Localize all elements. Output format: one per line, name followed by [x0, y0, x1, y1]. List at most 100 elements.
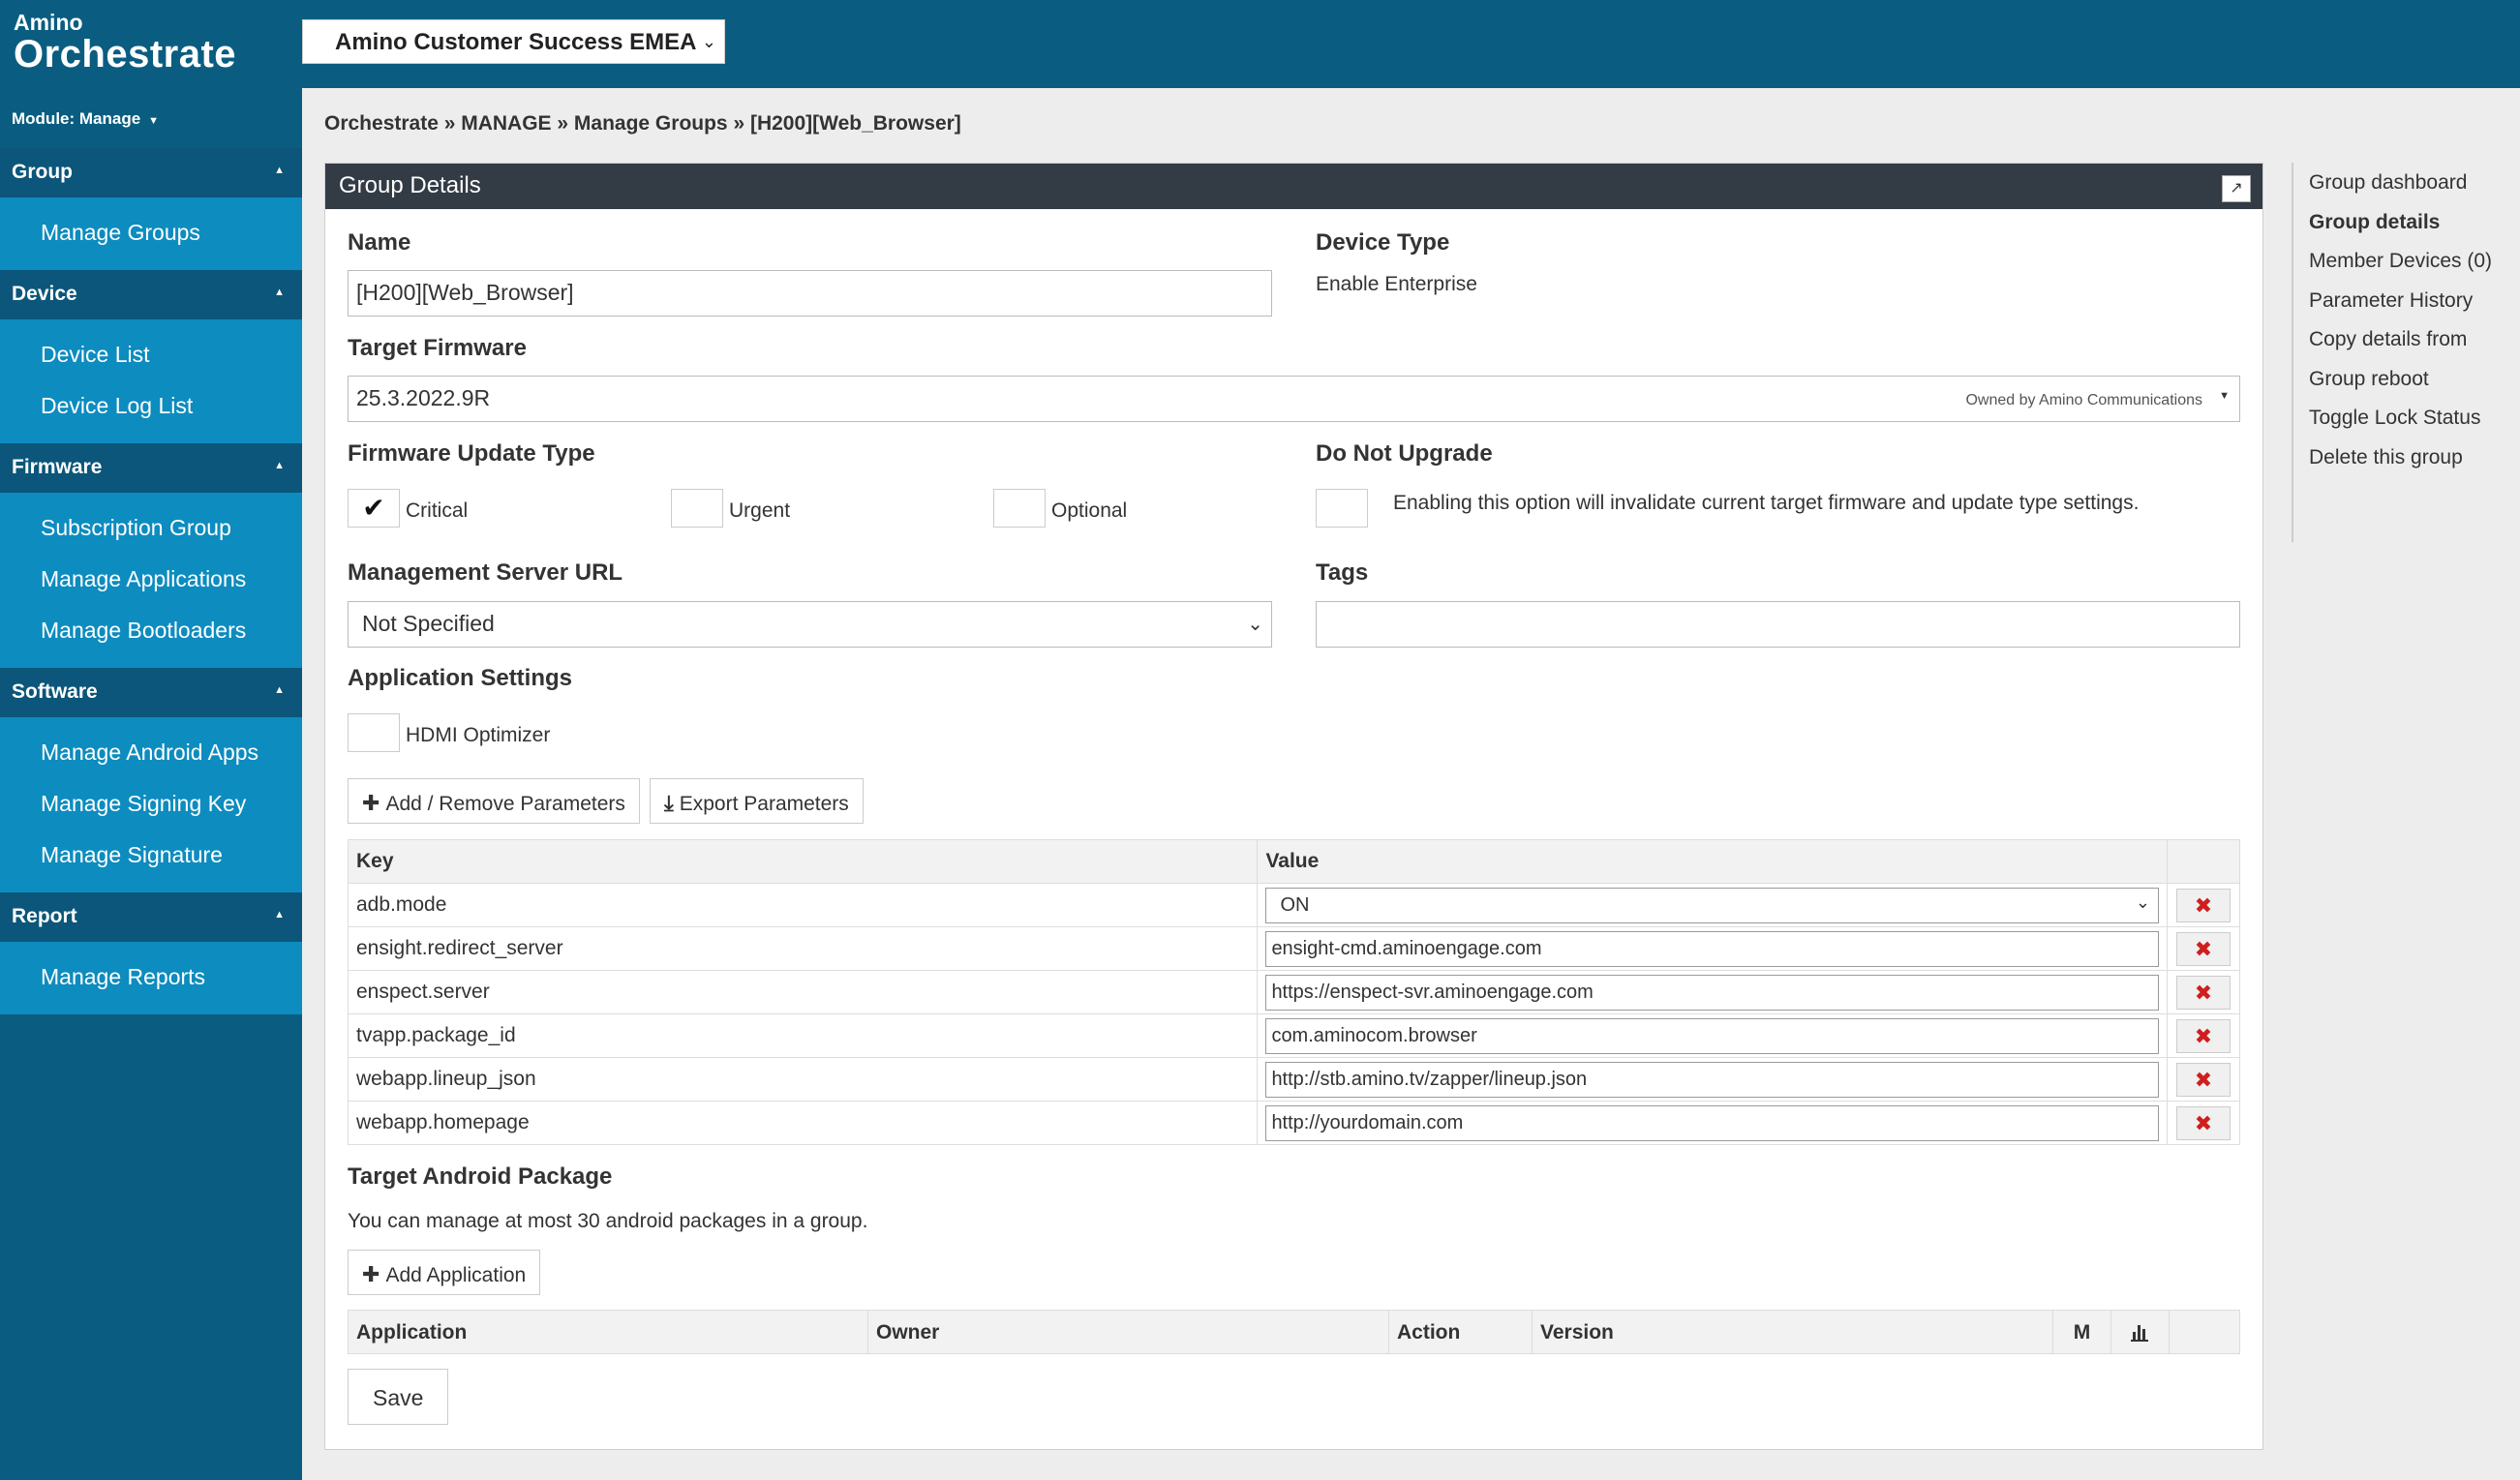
hdmi-optimizer-checkbox[interactable]: [348, 713, 400, 752]
sidebar-section-firmware[interactable]: Firmware ▲: [0, 443, 302, 493]
plus-icon: ✚: [362, 791, 380, 815]
firmware-update-type-label: Firmware Update Type: [348, 440, 595, 467]
delete-icon[interactable]: ✖: [2175, 888, 2231, 922]
sidebar-section-title: Device: [12, 283, 77, 305]
param-key: webapp.lineup_json: [347, 1057, 1259, 1102]
add-application-label: Add Application: [385, 1264, 527, 1286]
add-remove-parameters-label: Add / Remove Parameters: [385, 793, 625, 815]
do-not-upgrade-checkbox[interactable]: [1316, 489, 1368, 528]
critical-checkbox[interactable]: ✔: [348, 489, 400, 528]
sidebar-item-manage-signing-key[interactable]: Manage Signing Key: [0, 779, 302, 831]
delete-icon[interactable]: ✖: [2175, 975, 2231, 1010]
sidebar-section-device[interactable]: Device ▲: [0, 270, 302, 319]
toggle-lock-status-link[interactable]: Toggle Lock Status: [2293, 398, 2505, 438]
delete-icon[interactable]: ✖: [2175, 1105, 2231, 1140]
sidebar-section-software[interactable]: Software ▲: [0, 668, 302, 717]
expand-icon[interactable]: ↗: [2222, 175, 2251, 202]
sidebar-section-title: Report: [12, 905, 77, 927]
save-button[interactable]: Save: [348, 1369, 449, 1425]
logo-big-text: Orchestrate: [14, 33, 237, 76]
name-input[interactable]: [H200][Web_Browser]: [348, 270, 1272, 317]
copy-details-from-link[interactable]: Copy details from: [2293, 319, 2505, 359]
breadcrumb[interactable]: Orchestrate » MANAGE » Manage Groups » […: [324, 112, 961, 136]
do-not-upgrade-label: Do Not Upgrade: [1316, 440, 1493, 467]
module-selector-label: Module: Manage: [12, 109, 141, 128]
sidebar-item-manage-android-apps[interactable]: Manage Android Apps: [0, 728, 302, 779]
export-parameters-button[interactable]: ⤓ Export Parameters: [650, 778, 864, 824]
device-type-label: Device Type: [1316, 229, 1450, 256]
member-devices-link[interactable]: Member Devices (0): [2293, 241, 2505, 281]
app-logo[interactable]: Amino Orchestrate: [14, 10, 236, 74]
device-type-value: Enable Enterprise: [1316, 273, 1477, 295]
delete-cell: ✖: [2166, 926, 2241, 971]
delete-group-link[interactable]: Delete this group: [2293, 438, 2505, 477]
param-key: enspect.server: [347, 970, 1259, 1014]
sidebar-item-manage-bootloaders[interactable]: Manage Bootloaders: [0, 606, 302, 657]
delete-icon[interactable]: ✖: [2175, 1018, 2231, 1053]
right-navigation: Group dashboard Group details Member Dev…: [2292, 163, 2505, 542]
group-details-link[interactable]: Group details: [2293, 202, 2505, 242]
group-reboot-link[interactable]: Group reboot: [2293, 359, 2505, 399]
sidebar-item-manage-applications[interactable]: Manage Applications: [0, 555, 302, 606]
collapse-triangle-icon: ▲: [274, 684, 285, 696]
delete-cell: ✖: [2166, 1101, 2241, 1145]
optional-checkbox[interactable]: [993, 489, 1046, 528]
sidebar-section-report[interactable]: Report ▲: [0, 892, 302, 942]
bar-chart-icon: [2111, 1311, 2170, 1353]
table-row: ensight.redirect_server ensight-cmd.amin…: [347, 926, 2241, 971]
delete-cell: ✖: [2166, 970, 2241, 1014]
table-row: adb.mode ON ⌄ ✖: [347, 883, 2241, 927]
sidebar-item-manage-groups[interactable]: Manage Groups: [0, 208, 302, 259]
sidebar-section-title: Group: [12, 161, 73, 183]
param-value-input[interactable]: ensight-cmd.aminoengage.com: [1265, 930, 2159, 967]
param-value-select[interactable]: ON ⌄: [1265, 887, 2159, 923]
management-server-url-select[interactable]: Not Specified ⌄: [348, 601, 1272, 648]
delete-icon[interactable]: ✖: [2175, 931, 2231, 966]
plus-icon: ✚: [362, 1262, 380, 1286]
parameter-history-link[interactable]: Parameter History: [2293, 281, 2505, 320]
target-android-package-description: You can manage at most 30 android packag…: [348, 1210, 868, 1232]
organization-selector[interactable]: Amino Customer Success EMEA ⌄: [302, 19, 725, 64]
caret-down-icon: ▼: [148, 115, 160, 127]
param-key: ensight.redirect_server: [347, 926, 1259, 971]
delete-cell: ✖: [2166, 883, 2241, 927]
add-application-button[interactable]: ✚ Add Application: [348, 1250, 541, 1295]
target-android-package-label: Target Android Package: [348, 1163, 613, 1190]
param-value-cell: ON ⌄: [1257, 883, 2168, 927]
module-selector[interactable]: Module: Manage ▼: [0, 88, 302, 148]
sidebar-item-manage-signature[interactable]: Manage Signature: [0, 831, 302, 882]
param-value-cell: ensight-cmd.aminoengage.com: [1257, 926, 2168, 971]
collapse-triangle-icon: ▲: [274, 287, 285, 298]
delete-cell: ✖: [2166, 1013, 2241, 1058]
param-value-input[interactable]: http://yourdomain.com: [1265, 1104, 2159, 1141]
value-column-header: Value: [1257, 839, 2168, 884]
logo-small-text: Amino: [14, 10, 83, 35]
export-icon: ⤓: [664, 791, 674, 815]
param-value-input[interactable]: com.aminocom.browser: [1265, 1017, 2159, 1054]
delete-icon[interactable]: ✖: [2175, 1062, 2231, 1097]
collapse-triangle-icon: ▲: [274, 460, 285, 471]
param-value-input[interactable]: https://enspect-svr.aminoengage.com: [1265, 974, 2159, 1011]
group-dashboard-link[interactable]: Group dashboard: [2293, 163, 2505, 202]
owner-column-header: Owner: [868, 1311, 1389, 1353]
tags-input[interactable]: [1316, 601, 2240, 648]
sidebar-item-subscription-group[interactable]: Subscription Group: [0, 503, 302, 555]
urgent-checkbox[interactable]: [671, 489, 723, 528]
urgent-label: Urgent: [729, 499, 791, 522]
param-value-cell: http://yourdomain.com: [1257, 1101, 2168, 1145]
sidebar-section-items: Subscription Group Manage Applications M…: [0, 493, 302, 668]
add-remove-parameters-button[interactable]: ✚ Add / Remove Parameters: [348, 778, 640, 824]
management-server-url-value: Not Specified: [362, 611, 495, 636]
sidebar-item-manage-reports[interactable]: Manage Reports: [0, 952, 302, 1004]
param-key: tvapp.package_id: [347, 1013, 1259, 1058]
param-value-input[interactable]: http://stb.amino.tv/zapper/lineup.json: [1265, 1061, 2159, 1098]
collapse-triangle-icon: ▲: [274, 165, 285, 176]
applications-table: Application Owner Action Version M: [348, 1310, 2240, 1354]
sidebar-item-device-list[interactable]: Device List: [0, 330, 302, 381]
sidebar-section-group[interactable]: Group ▲: [0, 148, 302, 197]
top-bar: Amino Orchestrate Amino Customer Success…: [0, 0, 2520, 88]
sidebar-section-items: Manage Reports: [0, 942, 302, 1014]
delete-cell: ✖: [2166, 1057, 2241, 1102]
sidebar-item-device-log-list[interactable]: Device Log List: [0, 381, 302, 433]
target-firmware-select[interactable]: 25.3.2022.9R Owned by Amino Communicatio…: [348, 376, 2240, 422]
